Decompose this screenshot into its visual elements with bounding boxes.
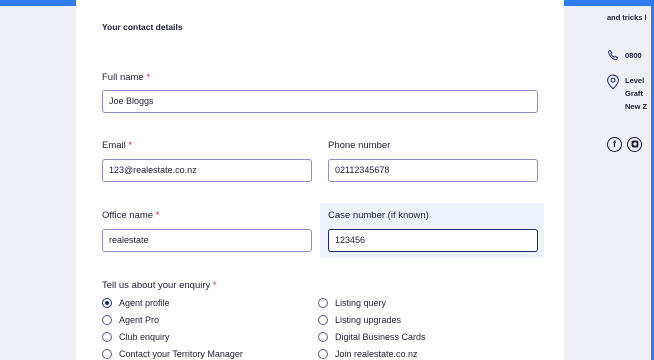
radio-join-realestate[interactable]: Join realestate.co.nz <box>318 349 418 359</box>
address-line-2: Graft <box>625 89 643 98</box>
radio-unchecked-icon[interactable] <box>318 315 328 325</box>
address-line-3: New Z <box>625 102 648 111</box>
phone-text[interactable]: 0800 <box>625 51 642 60</box>
radio-label: Club enquiry <box>119 332 170 342</box>
required-asterisk: * <box>212 280 217 291</box>
required-asterisk: * <box>155 210 160 221</box>
full-name-input[interactable]: Joe Bloggs <box>102 90 538 113</box>
radio-unchecked-icon[interactable] <box>102 332 112 342</box>
email-input[interactable]: 123@realestate.co.nz <box>102 159 312 182</box>
required-asterisk: * <box>128 140 133 151</box>
radio-listing-query[interactable]: Listing query <box>318 298 386 308</box>
radio-territory-manager[interactable]: Contact your Territory Manager <box>102 349 243 359</box>
instagram-glyph-icon <box>631 140 638 148</box>
radio-agent-pro[interactable]: Agent Pro <box>102 315 159 325</box>
radio-label: Agent profile <box>119 298 170 308</box>
location-icon <box>607 74 619 90</box>
phone-icon <box>608 49 619 61</box>
radio-unchecked-icon[interactable] <box>102 349 112 359</box>
facebook-icon[interactable]: f <box>607 137 622 152</box>
full-name-label: Full name * <box>102 72 150 83</box>
radio-unchecked-icon[interactable] <box>318 349 328 359</box>
office-name-input[interactable]: realestate <box>102 229 312 252</box>
radio-unchecked-icon[interactable] <box>318 298 328 308</box>
radio-label: Digital Business Cards <box>335 332 426 342</box>
enquiry-label: Tell us about your enquiry * <box>102 280 217 291</box>
office-label: Office name * <box>102 210 159 221</box>
full-name-label-text: Full name <box>102 72 144 83</box>
radio-unchecked-icon[interactable] <box>102 315 112 325</box>
section-title: Your contact details <box>102 22 183 32</box>
email-label-text: Email <box>102 140 126 151</box>
radio-checked-icon[interactable] <box>102 298 112 308</box>
required-asterisk: * <box>146 72 151 83</box>
radio-club-enquiry[interactable]: Club enquiry <box>102 332 170 342</box>
radio-agent-profile[interactable]: Agent profile <box>102 298 170 308</box>
office-label-text: Office name <box>102 210 154 221</box>
address-line-1: Level <box>625 76 645 85</box>
radio-label: Join realestate.co.nz <box>335 349 418 359</box>
phone-input[interactable]: 02112345678 <box>328 159 538 182</box>
radio-listing-upgrades[interactable]: Listing upgrades <box>318 315 401 325</box>
radio-label: Listing query <box>335 298 387 308</box>
email-label: Email * <box>102 140 132 151</box>
contact-form-card: Your contact details Full name * Joe Blo… <box>76 0 564 360</box>
radio-label: Agent Pro <box>119 315 160 325</box>
instagram-icon[interactable] <box>627 137 642 152</box>
radio-digital-business-cards[interactable]: Digital Business Cards <box>318 332 426 342</box>
enquiry-label-text: Tell us about your enquiry <box>102 280 211 291</box>
contact-sidebar: and tricks l 0800 Level Graft New Z f <box>590 0 650 360</box>
radio-unchecked-icon[interactable] <box>318 332 328 342</box>
phone-label: Phone number <box>328 140 391 151</box>
tips-text: and tricks l <box>607 13 647 22</box>
radio-label: Listing upgrades <box>335 315 402 325</box>
radio-label: Contact your Territory Manager <box>119 349 243 359</box>
case-number-label: Case number (if known) <box>328 210 429 221</box>
case-number-input[interactable]: 123456 <box>328 229 538 252</box>
